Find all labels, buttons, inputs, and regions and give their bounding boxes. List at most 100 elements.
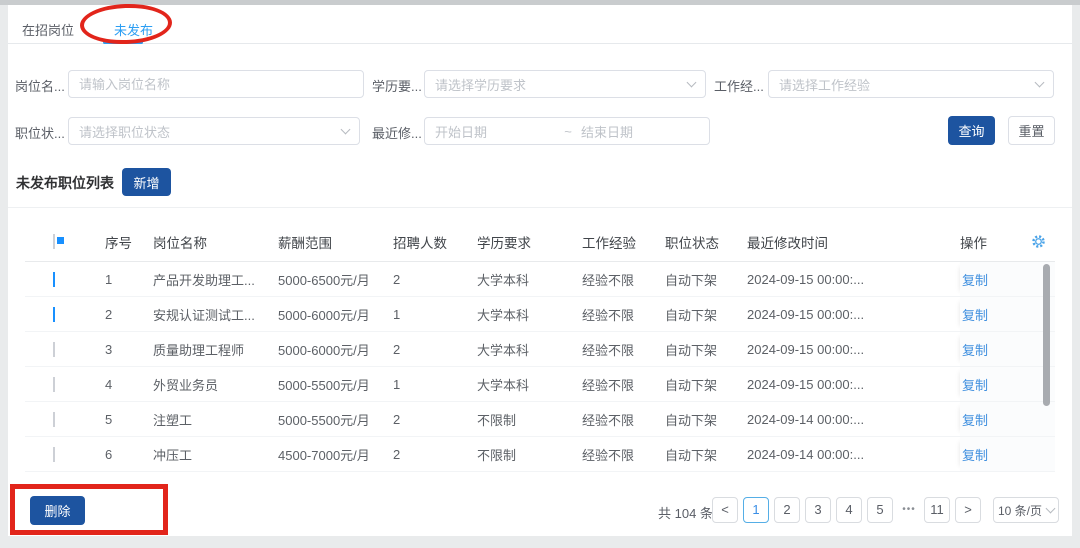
add-button[interactable]: 新增 bbox=[122, 168, 171, 196]
tab-unpublished[interactable]: 未发布 bbox=[114, 20, 153, 39]
column-header-experience: 工作经验 bbox=[582, 232, 665, 252]
copy-link[interactable]: 复制 bbox=[962, 410, 988, 429]
modified-time: 2024-09-15 00:00:... bbox=[747, 272, 960, 287]
page-button-1[interactable]: 1 bbox=[743, 497, 769, 523]
education-select[interactable]: 请选择学历要求 bbox=[424, 70, 706, 98]
education-requirement: 不限制 bbox=[477, 410, 582, 429]
hire-count: 2 bbox=[393, 342, 477, 357]
row-index: 4 bbox=[105, 377, 153, 392]
hire-count: 2 bbox=[393, 412, 477, 427]
education-requirement: 大学本科 bbox=[477, 340, 582, 359]
delete-button[interactable]: 删除 bbox=[30, 496, 85, 525]
next-page-button[interactable]: > bbox=[955, 497, 981, 523]
education-select-placeholder: 请选择学历要求 bbox=[435, 75, 526, 94]
tab-active-jobs[interactable]: 在招岗位 bbox=[22, 20, 74, 39]
page-button-4[interactable]: 4 bbox=[836, 497, 862, 523]
column-header-modified: 最近修改时间 bbox=[747, 232, 960, 252]
chevron-down-icon bbox=[341, 124, 351, 134]
job-name: 外贸业务员 bbox=[153, 375, 278, 394]
row-index: 3 bbox=[105, 342, 153, 357]
position-status: 自动下架 bbox=[665, 305, 747, 324]
salary-range: 5000-5500元/月 bbox=[278, 375, 393, 394]
job-table: 序号 岗位名称 薪酬范围 招聘人数 学历要求 工作经验 职位状态 最近修改时间 … bbox=[25, 222, 1055, 472]
row-index: 2 bbox=[105, 307, 153, 322]
search-button[interactable]: 查询 bbox=[948, 116, 995, 145]
page-button-3[interactable]: 3 bbox=[805, 497, 831, 523]
prev-page-button[interactable]: < bbox=[712, 497, 738, 523]
row-checkbox[interactable] bbox=[53, 307, 55, 322]
copy-link[interactable]: 复制 bbox=[962, 305, 988, 324]
modified-time: 2024-09-15 00:00:... bbox=[747, 307, 960, 322]
tab-bar: 在招岗位 未发布 bbox=[8, 5, 1072, 44]
position-status: 自动下架 bbox=[665, 445, 747, 464]
work-experience: 经验不限 bbox=[582, 410, 665, 429]
education-requirement: 不限制 bbox=[477, 445, 582, 464]
column-header-name: 岗位名称 bbox=[153, 232, 278, 252]
hire-count: 1 bbox=[393, 307, 477, 322]
experience-select[interactable]: 请选择工作经验 bbox=[768, 70, 1054, 98]
work-experience: 经验不限 bbox=[582, 340, 665, 359]
job-name-input[interactable] bbox=[68, 70, 364, 98]
page-button-5[interactable]: 5 bbox=[867, 497, 893, 523]
table-scrollbar-thumb[interactable] bbox=[1043, 264, 1050, 406]
hire-count: 2 bbox=[393, 272, 477, 287]
work-experience: 经验不限 bbox=[582, 445, 665, 464]
position-status: 自动下架 bbox=[665, 270, 747, 289]
copy-link[interactable]: 复制 bbox=[962, 375, 988, 394]
list-title: 未发布职位列表 bbox=[16, 173, 114, 193]
date-range-picker[interactable]: 开始日期 ~ 结束日期 bbox=[424, 117, 710, 145]
job-name: 注塑工 bbox=[153, 410, 278, 429]
position-status: 自动下架 bbox=[665, 375, 747, 394]
table-row: 2 安规认证测试工... 5000-6000元/月 1 大学本科 经验不限 自动… bbox=[25, 297, 1055, 332]
education-requirement: 大学本科 bbox=[477, 305, 582, 324]
table-row: 3 质量助理工程师 5000-6000元/月 2 大学本科 经验不限 自动下架 … bbox=[25, 332, 1055, 367]
date-range-separator: ~ bbox=[555, 124, 581, 139]
experience-label: 工作经... bbox=[714, 76, 764, 95]
salary-range: 5000-5500元/月 bbox=[278, 410, 393, 429]
salary-range: 5000-6000元/月 bbox=[278, 305, 393, 324]
row-checkbox[interactable] bbox=[53, 272, 55, 287]
work-experience: 经验不限 bbox=[582, 270, 665, 289]
row-index: 6 bbox=[105, 447, 153, 462]
chevron-down-icon bbox=[687, 77, 697, 87]
modified-time: 2024-09-14 00:00:... bbox=[747, 412, 960, 427]
active-tab-underline bbox=[103, 41, 143, 44]
start-date-placeholder: 开始日期 bbox=[435, 122, 555, 141]
column-header-education: 学历要求 bbox=[477, 232, 582, 252]
row-checkbox[interactable] bbox=[53, 342, 55, 357]
table-row: 5 注塑工 5000-5500元/月 2 不限制 经验不限 自动下架 2024-… bbox=[25, 402, 1055, 437]
row-checkbox[interactable] bbox=[53, 412, 55, 427]
modified-time: 2024-09-15 00:00:... bbox=[747, 377, 960, 392]
page-size-value: 10 条/页 bbox=[998, 502, 1042, 519]
education-label: 学历要... bbox=[372, 76, 422, 95]
page-button-2[interactable]: 2 bbox=[774, 497, 800, 523]
column-header-count: 招聘人数 bbox=[393, 232, 477, 252]
row-checkbox[interactable] bbox=[53, 377, 55, 392]
status-label: 职位状... bbox=[15, 123, 65, 142]
chevron-down-icon bbox=[1046, 503, 1056, 513]
job-name: 冲压工 bbox=[153, 445, 278, 464]
column-settings-gear-icon[interactable] bbox=[1031, 234, 1046, 252]
select-all-checkbox[interactable] bbox=[53, 234, 55, 249]
reset-button[interactable]: 重置 bbox=[1008, 116, 1055, 145]
table-row: 4 外贸业务员 5000-5500元/月 1 大学本科 经验不限 自动下架 20… bbox=[25, 367, 1055, 402]
page-button-11[interactable]: 11 bbox=[924, 497, 950, 523]
status-select[interactable]: 请选择职位状态 bbox=[68, 117, 360, 145]
copy-link[interactable]: 复制 bbox=[962, 340, 988, 359]
job-name: 安规认证测试工... bbox=[153, 305, 278, 324]
job-name: 产品开发助理工... bbox=[153, 270, 278, 289]
position-status: 自动下架 bbox=[665, 340, 747, 359]
position-status: 自动下架 bbox=[665, 410, 747, 429]
salary-range: 5000-6500元/月 bbox=[278, 270, 393, 289]
modified-date-label: 最近修... bbox=[372, 123, 422, 142]
page-size-select[interactable]: 10 条/页 bbox=[993, 497, 1059, 523]
work-experience: 经验不限 bbox=[582, 305, 665, 324]
copy-link[interactable]: 复制 bbox=[962, 445, 988, 464]
row-index: 1 bbox=[105, 272, 153, 287]
table-row: 6 冲压工 4500-7000元/月 2 不限制 经验不限 自动下架 2024-… bbox=[25, 437, 1055, 472]
row-checkbox[interactable] bbox=[53, 447, 55, 462]
page-ellipsis[interactable]: ••• bbox=[896, 497, 922, 523]
copy-link[interactable]: 复制 bbox=[962, 270, 988, 289]
modified-time: 2024-09-15 00:00:... bbox=[747, 342, 960, 357]
column-header-salary: 薪酬范围 bbox=[278, 232, 393, 252]
